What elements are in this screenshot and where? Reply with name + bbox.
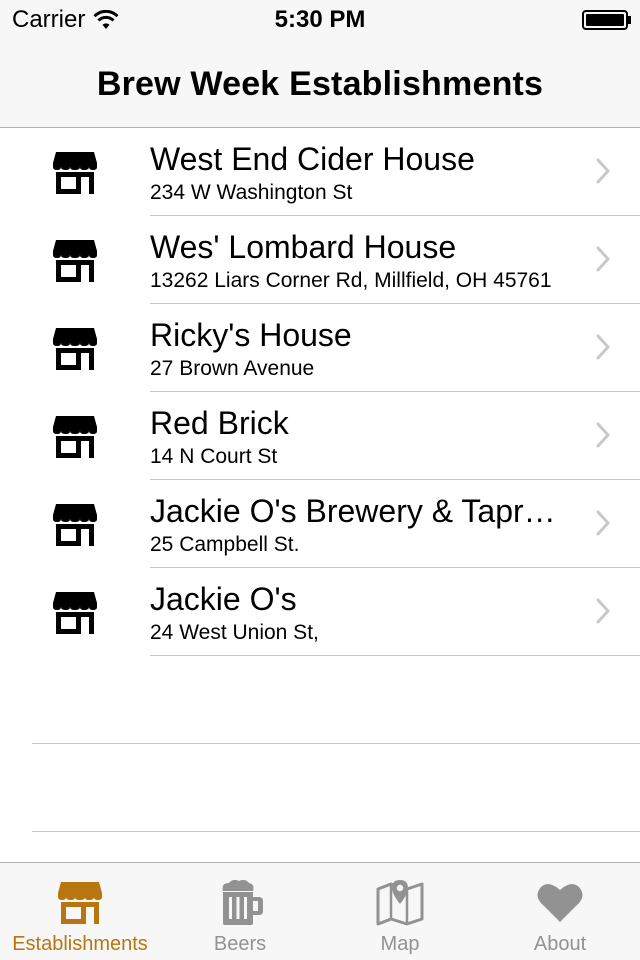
- tab-establishments[interactable]: Establishments: [0, 863, 160, 960]
- storefront-icon: [53, 504, 97, 546]
- chevron-right-icon: [596, 598, 610, 624]
- app-screen: Carrier 5:30 PM Brew Week Establishments…: [0, 0, 640, 960]
- row-separator: [150, 655, 640, 656]
- chevron-right-icon: [596, 158, 610, 184]
- establishment-address: 13262 Liars Corner Rd, Millfield, OH 457…: [150, 269, 552, 292]
- navigation-bar: Carrier 5:30 PM Brew Week Establishments: [0, 0, 640, 128]
- storefront-icon: [53, 416, 97, 458]
- establishment-address: 27 Brown Avenue: [150, 357, 315, 380]
- establishment-row[interactable]: Ricky's House 27 Brown Avenue: [0, 304, 640, 392]
- tab-label: Map: [380, 933, 420, 955]
- battery-icon: [582, 10, 631, 30]
- establishment-name: Red Brick: [150, 405, 289, 441]
- empty-row-separator: [32, 831, 640, 832]
- chevron-right-icon: [596, 422, 610, 448]
- establishment-address: 25 Campbell St.: [150, 533, 300, 556]
- storefront-icon: [53, 240, 97, 282]
- establishment-name: Ricky's House: [150, 317, 352, 353]
- establishment-row[interactable]: West End Cider House 234 W Washington St: [0, 128, 640, 216]
- beer-mug-icon: [222, 879, 263, 925]
- tab-about[interactable]: About: [480, 863, 640, 960]
- chevron-right-icon: [596, 510, 610, 536]
- status-time: 5:30 PM: [274, 6, 366, 33]
- establishment-address: 234 W Washington St: [150, 181, 353, 204]
- tab-label: Establishments: [12, 933, 148, 955]
- establishment-name: Jackie O's: [150, 581, 297, 617]
- tab-label: About: [533, 933, 587, 955]
- storefront-icon: [58, 882, 102, 924]
- page-title: Brew Week Establishments: [96, 65, 544, 103]
- establishment-row[interactable]: Jackie O's 24 West Union St,: [0, 568, 640, 656]
- establishment-name: West End Cider House: [150, 141, 475, 177]
- map-pin-icon: [376, 880, 424, 926]
- establishment-row[interactable]: Red Brick 14 N Court St: [0, 392, 640, 480]
- chevron-right-icon: [596, 334, 610, 360]
- storefront-icon: [53, 328, 97, 370]
- establishment-address: 24 West Union St,: [150, 621, 319, 644]
- establishment-address: 14 N Court St: [150, 445, 278, 468]
- empty-row-separator: [32, 743, 640, 744]
- chevron-right-icon: [596, 246, 610, 272]
- heart-icon: [537, 884, 583, 922]
- storefront-icon: [53, 592, 97, 634]
- status-bar: Carrier 5:30 PM: [0, 0, 640, 40]
- establishment-name: Wes' Lombard House: [150, 229, 457, 265]
- establishment-list: West End Cider House 234 W Washington St …: [0, 128, 640, 832]
- establishment-row[interactable]: Wes' Lombard House 13262 Liars Corner Rd,…: [0, 216, 640, 304]
- tab-beers[interactable]: Beers: [160, 863, 320, 960]
- tab-bar: Establishments Beers Map About: [0, 862, 640, 960]
- tab-label: Beers: [213, 933, 267, 955]
- tab-map[interactable]: Map: [320, 863, 480, 960]
- establishment-row[interactable]: Jackie O's Brewery & Taproom 25 Campbell …: [0, 480, 640, 568]
- establishment-name: Jackie O's Brewery & Taproom: [150, 493, 570, 529]
- storefront-icon: [53, 152, 97, 194]
